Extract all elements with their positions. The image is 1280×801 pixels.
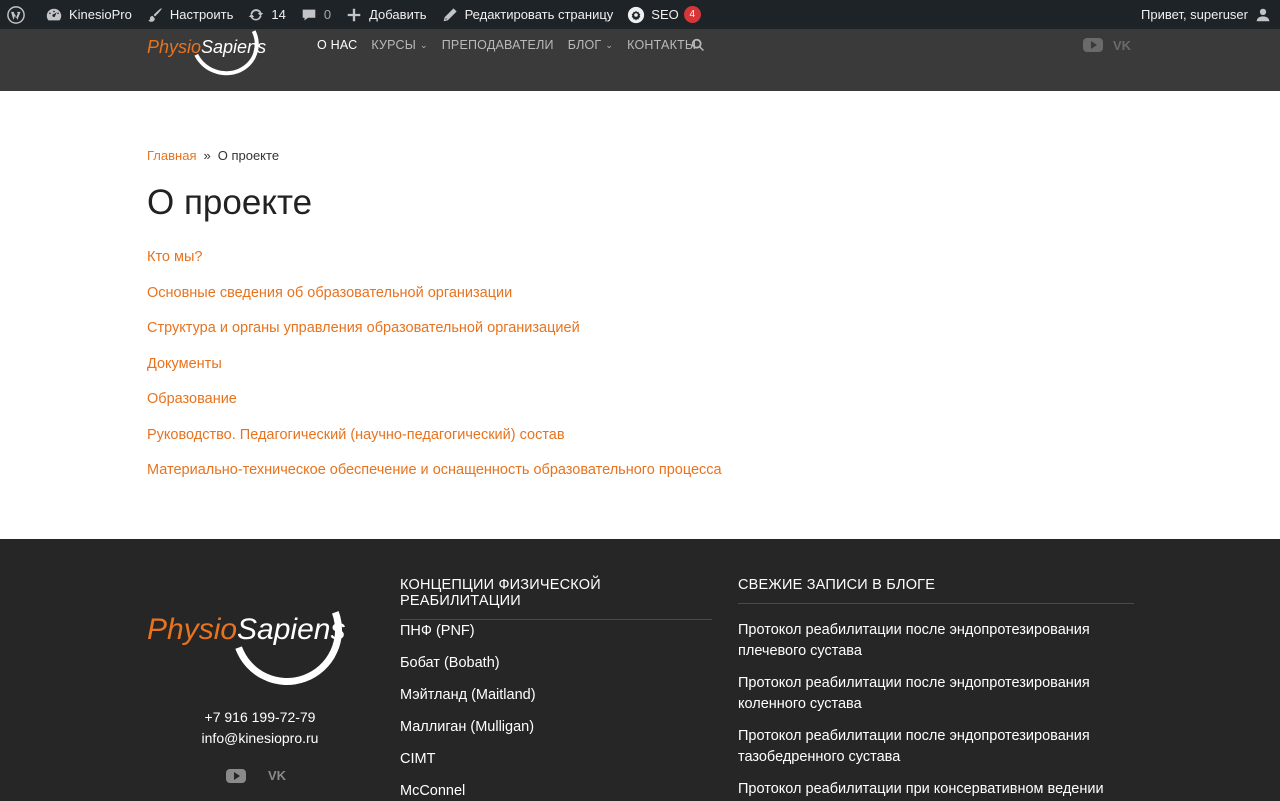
blog-post-link[interactable]: Протокол реабилитации после эндопротезир… <box>738 726 1134 768</box>
logo-wordmark: PhysioSapiens <box>147 37 267 57</box>
footer-phone[interactable]: +7 916 199-72-79 <box>147 707 373 728</box>
concept-link[interactable]: McConnel <box>400 783 536 801</box>
footer-contacts: +7 916 199-72-79 info@kinesiopro.ru <box>147 707 373 749</box>
brush-icon <box>146 6 164 24</box>
youtube-icon[interactable] <box>226 768 246 783</box>
concept-link[interactable]: CIMT <box>400 751 536 783</box>
link-education[interactable]: Образование <box>147 391 722 427</box>
chevron-down-icon: ⌄ <box>419 39 428 50</box>
concept-link[interactable]: Маллиган (Mulligan) <box>400 719 536 751</box>
footer-logo[interactable]: PhysioSapiens <box>147 556 377 704</box>
link-facilities[interactable]: Материально-техническое обеспечение и ос… <box>147 462 722 498</box>
refresh-icon <box>247 6 265 24</box>
nav-item-teachers[interactable]: ПРЕПОДАВАТЕЛИ <box>442 38 554 52</box>
my-account-link[interactable]: Привет, superuser <box>1134 0 1280 29</box>
link-basic-info[interactable]: Основные сведения об образовательной орг… <box>147 285 722 321</box>
concept-link[interactable]: ПНФ (PNF) <box>400 623 536 655</box>
wordpress-icon <box>7 5 25 24</box>
site-header: PhysioSapiens О НАС КУРСЫ ⌄ ПРЕПОДАВАТЕЛИ… <box>0 1 1280 91</box>
nav-item-blog[interactable]: БЛОГ ⌄ <box>568 38 613 52</box>
blog-post-link[interactable]: Протокол реабилитации после эндопротезир… <box>738 620 1134 662</box>
comments-count: 0 <box>323 7 332 22</box>
updates-count: 14 <box>271 7 286 22</box>
blog-posts-heading: СВЕЖИЕ ЗАПИСИ В БЛОГЕ <box>738 577 1134 604</box>
concept-link[interactable]: Мэйтланд (Maitland) <box>400 687 536 719</box>
chevron-down-icon: ⌄ <box>605 39 614 50</box>
blog-posts-list: Протокол реабилитации после эндопротезир… <box>738 620 1134 801</box>
nav-item-about[interactable]: О НАС <box>317 38 357 52</box>
vk-icon[interactable]: VK <box>1113 38 1131 53</box>
page-title: О проекте <box>147 183 313 222</box>
edit-page-label: Редактировать страницу <box>464 7 614 22</box>
blog-post-link[interactable]: Протокол реабилитации при консервативном… <box>738 779 1134 800</box>
nav-item-courses[interactable]: КУРСЫ ⌄ <box>371 38 427 52</box>
blog-post-link[interactable]: Протокол реабилитации после эндопротезир… <box>738 673 1134 715</box>
main-nav: О НАС КУРСЫ ⌄ ПРЕПОДАВАТЕЛИ БЛОГ ⌄ КОНТАКТ… <box>317 38 710 52</box>
edit-page-link[interactable]: Редактировать страницу <box>434 0 621 29</box>
site-logo[interactable]: PhysioSapiens <box>147 1 272 85</box>
greeting-label: Привет, superuser <box>1141 7 1248 22</box>
footer-email[interactable]: info@kinesiopro.ru <box>147 728 373 749</box>
comments-link[interactable]: 0 <box>293 0 338 29</box>
breadcrumb-current: О проекте <box>217 148 280 163</box>
breadcrumb-separator: » <box>203 148 211 163</box>
dashboard-icon <box>45 6 63 24</box>
link-structure[interactable]: Структура и органы управления образовате… <box>147 320 722 356</box>
seo-label: SEO <box>651 7 679 22</box>
seo-count-badge: 4 <box>683 6 701 23</box>
concepts-list: ПНФ (PNF) Бобат (Bobath) Мэйтланд (Maitl… <box>400 623 536 801</box>
pencil-icon <box>441 6 459 24</box>
site-name-link[interactable]: KinesioPro <box>38 0 139 29</box>
concepts-heading: КОНЦЕПЦИИ ФИЗИЧЕСКОЙ РЕАБИЛИТАЦИИ <box>400 577 712 620</box>
footer-social-links: VK <box>226 768 286 783</box>
page-links-list: Кто мы? Основные сведения об образовател… <box>147 249 722 498</box>
header-social-links: VK <box>1083 38 1131 53</box>
search-icon[interactable] <box>691 38 705 52</box>
vk-icon[interactable]: VK <box>268 768 286 783</box>
admin-bar: KinesioPro Настроить 14 0 Добавить Редак… <box>0 0 1280 29</box>
breadcrumb-home-link[interactable]: Главная <box>147 148 196 163</box>
youtube-icon[interactable] <box>1083 38 1103 52</box>
site-footer: PhysioSapiens +7 916 199-72-79 info@kine… <box>0 539 1280 801</box>
link-staff[interactable]: Руководство. Педагогический (научно-педа… <box>147 427 722 463</box>
wordpress-logo-button[interactable] <box>0 0 38 29</box>
add-new-label: Добавить <box>369 7 427 22</box>
seo-gear-icon <box>627 6 645 24</box>
plus-icon <box>345 6 363 24</box>
concept-link[interactable]: Бобат (Bobath) <box>400 655 536 687</box>
link-documents[interactable]: Документы <box>147 356 722 392</box>
comment-icon <box>300 6 318 24</box>
site-name-label: KinesioPro <box>69 7 132 22</box>
breadcrumb: Главная » О проекте <box>147 148 279 163</box>
link-who-we-are[interactable]: Кто мы? <box>147 249 722 285</box>
seo-menu[interactable]: SEO 4 <box>620 0 707 29</box>
user-avatar-icon <box>1254 6 1272 24</box>
add-new-link[interactable]: Добавить <box>338 0 433 29</box>
nav-item-contacts[interactable]: КОНТАКТЫ <box>627 38 696 52</box>
footer-logo-wordmark: PhysioSapiens <box>147 613 346 646</box>
